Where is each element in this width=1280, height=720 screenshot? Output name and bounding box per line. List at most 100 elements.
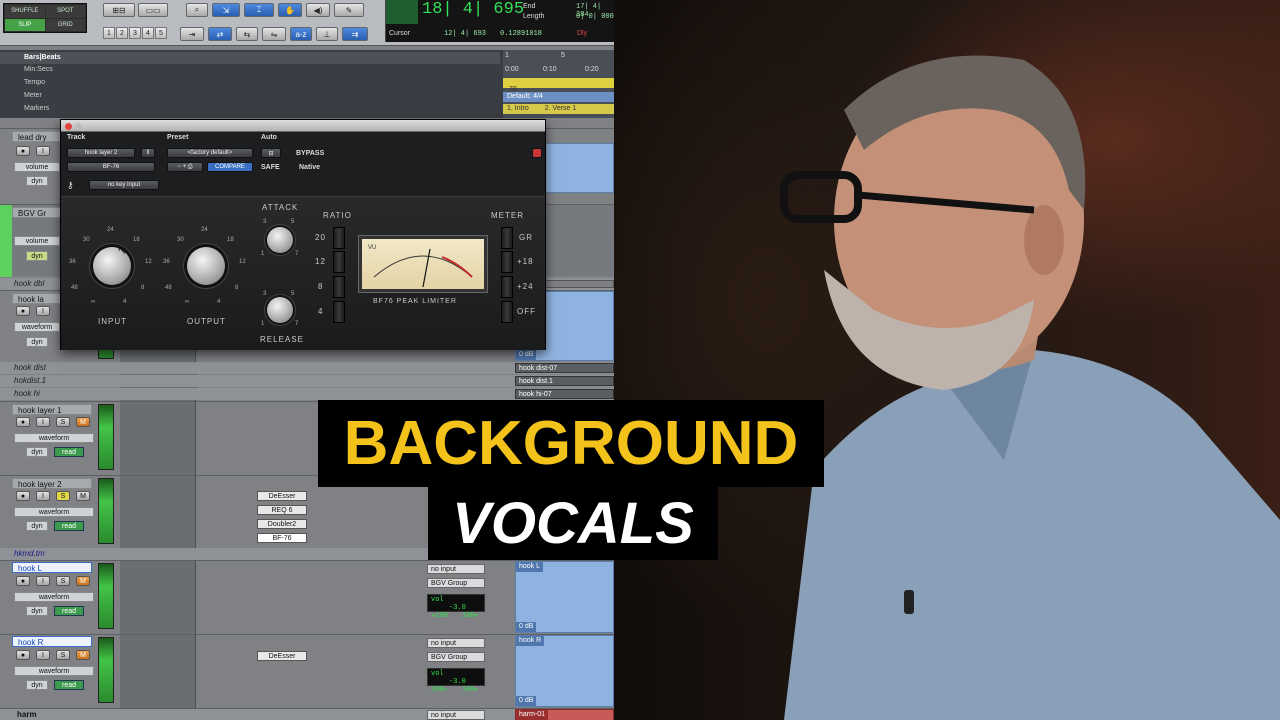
automation-mode[interactable]: read (54, 606, 84, 616)
track-name[interactable]: lead dry (12, 131, 62, 142)
output-knob[interactable] (187, 247, 225, 285)
edit-mode-selector[interactable]: SHUFFLE SPOT SLIP GRID (3, 3, 87, 33)
track-name[interactable]: hook R (12, 636, 92, 647)
insert-doubler2[interactable]: Doubler2 (257, 519, 307, 529)
ratio-button-4[interactable] (333, 301, 345, 323)
input-monitor-button[interactable]: I (36, 650, 50, 660)
automation-mode[interactable]: read (54, 521, 84, 531)
output-selector[interactable]: BGV Group (427, 578, 485, 588)
track-view-selector[interactable]: volume (14, 236, 60, 246)
clip-harm-01[interactable]: harm-01 (515, 709, 614, 720)
release-knob[interactable] (267, 297, 293, 323)
ruler-min-secs[interactable]: Min:Secs (0, 64, 500, 76)
marker-intro[interactable]: 1. Intro (507, 105, 529, 112)
record-button[interactable]: ● (16, 576, 30, 586)
solo-button[interactable]: S (56, 650, 70, 660)
insert-deesser[interactable]: DeEsser (257, 491, 307, 501)
ruler-bars-beats[interactable]: Bars|Beats (0, 52, 500, 64)
link-timeline-icon[interactable]: ⇄ (208, 27, 232, 41)
clip-hook-r[interactable]: hook R 0 dB (515, 635, 614, 707)
track-view-selector[interactable]: waveform (14, 592, 94, 602)
insert-bf76[interactable]: BF-76 (257, 533, 307, 543)
track-toggle-icon[interactable]: ‖ (141, 148, 155, 158)
dyn-button[interactable]: dyn (26, 251, 48, 261)
track-name[interactable]: hook layer 1 (12, 404, 92, 415)
automation-mode[interactable]: read (54, 447, 84, 457)
record-button[interactable]: ● (16, 306, 30, 316)
input-selector[interactable]: no input (427, 710, 485, 720)
track-name[interactable]: hook la (12, 293, 62, 304)
zoom-preset-5[interactable]: 5 (155, 27, 167, 39)
input-monitor-button[interactable]: I (36, 306, 50, 316)
ratio-button-20[interactable] (333, 227, 345, 249)
zoom-preset-4[interactable]: 4 (142, 27, 154, 39)
volume-pan-display[interactable]: vol -3.0 100▸ 100▸ (427, 668, 485, 694)
automation-mode[interactable]: read (54, 680, 84, 690)
grid-mode-button[interactable]: GRID (45, 18, 85, 31)
zoom-midi-icon[interactable]: ▭▭ (138, 3, 168, 17)
zoom-waveform-icon[interactable]: ⊞⊟ (103, 3, 135, 17)
scrubber-tool-icon[interactable]: ◀) (306, 3, 330, 17)
mute-button[interactable]: M (76, 417, 90, 427)
minimize-icon[interactable] (75, 123, 82, 130)
mirror-midi-icon[interactable]: ⇋ (262, 27, 286, 41)
input-monitor-button[interactable]: I (36, 576, 50, 586)
grid-value-icon[interactable]: ⊥ (316, 27, 338, 41)
track-view-selector[interactable]: waveform (14, 322, 60, 332)
input-selector[interactable]: no input (427, 564, 485, 574)
meter-24-button[interactable] (501, 276, 513, 298)
preset-selector[interactable]: <factory default> (167, 148, 253, 158)
zoom-preset-2[interactable]: 2 (116, 27, 128, 39)
tempo-marker[interactable]: 78 (503, 78, 614, 93)
tab-to-transient-icon[interactable]: ⇥ (180, 27, 204, 41)
track-name[interactable]: hook layer 2 (12, 478, 92, 489)
track-view-selector[interactable]: waveform (14, 433, 94, 443)
main-counter-value[interactable]: 18| 4| 695 (422, 0, 524, 19)
dyn-button[interactable]: dyn (26, 447, 48, 457)
track-selector[interactable]: hook layer 2 (67, 148, 135, 158)
compare-button[interactable]: COMPARE (207, 162, 253, 172)
clip-hook-dist-07[interactable]: hook dist-07 (515, 363, 614, 373)
attack-knob[interactable] (267, 227, 293, 253)
zoomer-tool-icon[interactable]: ⌕ (186, 3, 208, 17)
input-selector[interactable]: no input (427, 638, 485, 648)
input-monitor-button[interactable]: I (36, 491, 50, 501)
zoom-preset-3[interactable]: 3 (129, 27, 141, 39)
automation-icon[interactable]: ⊟ (261, 148, 281, 158)
clip-hook-dist-1[interactable]: hook dist.1 (515, 376, 614, 386)
ruler-tempo[interactable]: Tempo (0, 77, 500, 89)
input-monitor-button[interactable]: I (36, 417, 50, 427)
solo-button[interactable]: S (56, 417, 70, 427)
zoom-presets[interactable]: 1 2 3 4 5 (103, 27, 167, 39)
ruler-meter[interactable]: Meter (0, 90, 500, 102)
dyn-button[interactable]: dyn (26, 606, 48, 616)
dyn-button[interactable]: dyn (26, 680, 48, 690)
mute-button[interactable]: M (76, 491, 90, 501)
track-name[interactable]: BGV Gr (12, 207, 62, 218)
preset-nav-icon[interactable]: − + ⎙ (167, 162, 203, 172)
clip-hook-l[interactable]: hook L 0 dB (515, 561, 614, 633)
track-view-selector[interactable]: waveform (14, 666, 94, 676)
zoom-preset-1[interactable]: 1 (103, 27, 115, 39)
insert-req6[interactable]: REQ 6 (257, 505, 307, 515)
solo-button[interactable]: S (56, 576, 70, 586)
input-monitor-button[interactable]: I (36, 146, 50, 156)
meter-value[interactable]: Default: 4/4 (503, 92, 614, 102)
safe-button[interactable]: SAFE (261, 164, 280, 171)
spot-mode-button[interactable]: SPOT (45, 5, 85, 18)
insert-deesser[interactable]: DeEsser (257, 651, 307, 661)
plugin-titlebar[interactable] (61, 120, 545, 132)
marker-verse1[interactable]: 2. Verse 1 (545, 105, 577, 112)
meter-off-button[interactable] (501, 301, 513, 323)
nudge-value-icon[interactable]: ⇉ (342, 27, 368, 41)
grabber-tool-icon[interactable]: ✋ (278, 3, 302, 17)
keyboard-focus-icon[interactable]: a-z (290, 27, 312, 41)
plugin-selector[interactable]: BF-76 (67, 162, 155, 172)
length-value[interactable]: 0| 0| 000 (576, 13, 614, 21)
record-button[interactable]: ● (16, 491, 30, 501)
close-icon[interactable] (65, 123, 72, 130)
selector-tool-icon[interactable]: ⌶ (244, 3, 274, 17)
ruler-markers[interactable]: Markers (0, 103, 500, 115)
solo-button[interactable]: S (56, 491, 70, 501)
dyn-button[interactable]: dyn (26, 176, 48, 186)
